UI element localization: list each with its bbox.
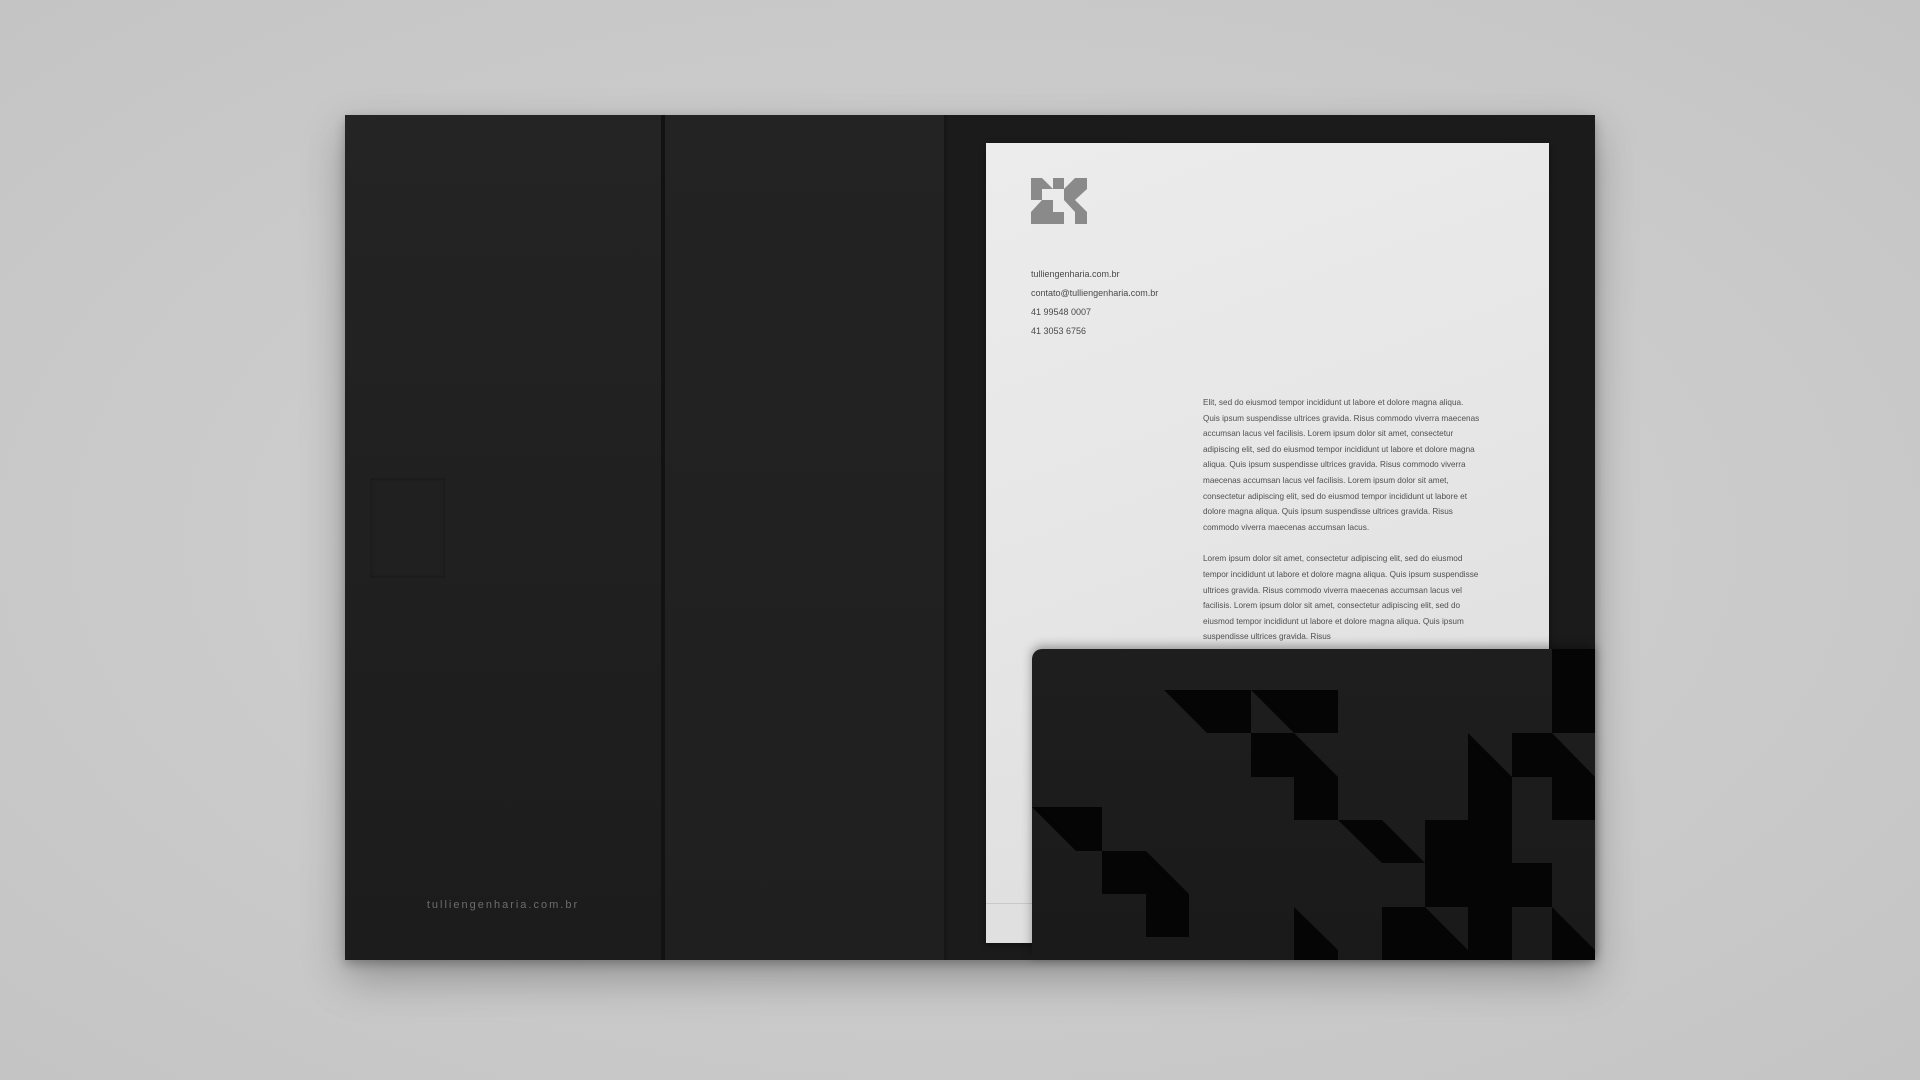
tulli-logo-icon xyxy=(1031,178,1087,224)
letter-paragraph-2: Lorem ipsum dolor sit amet, consectetur … xyxy=(1203,554,1479,642)
contact-website: tulliengenharia.com.br xyxy=(1031,269,1120,279)
contact-info-list: tulliengenharia.com.br contato@tullienge… xyxy=(1031,265,1158,341)
cover-website-url: tulliengenharia.com.br xyxy=(426,899,580,911)
letter-body: Elit, sed do eiusmod tempor incididunt u… xyxy=(1203,395,1481,663)
geometric-triangle-pattern xyxy=(1032,649,1595,960)
business-card-slot xyxy=(370,478,445,578)
contact-email: contato@tulliengenharia.com.br xyxy=(1031,288,1159,298)
folder-cover-panel: tulliengenharia.com.br xyxy=(345,115,661,960)
contact-phone-landline: 41 3053 6756 xyxy=(1031,326,1087,336)
letter-paragraph-1: Elit, sed do eiusmod tempor incididunt u… xyxy=(1203,398,1480,532)
contact-phone-mobile: 41 99548 0007 xyxy=(1031,307,1092,317)
folder-inner-flap xyxy=(665,115,947,960)
presentation-folder: tulliengenharia.com.br tulliengenharia.c… xyxy=(345,115,1595,960)
folder-pocket xyxy=(1032,649,1595,960)
